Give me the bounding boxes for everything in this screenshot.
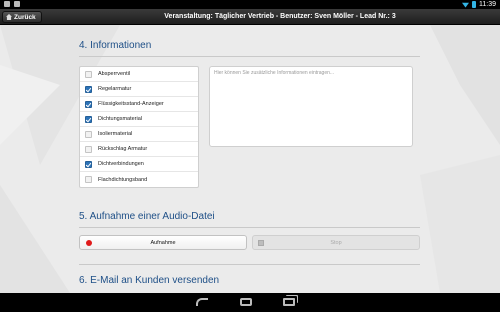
checkbox-row-dichtungsmaterial[interactable]: Dichtungsmaterial [80,112,198,127]
page-title: Veranstaltung: Täglicher Vertrieb - Benu… [164,13,396,20]
home-nav-icon[interactable] [240,298,252,306]
section-title-audio: 5. Aufnahme einer Audio-Datei [79,211,215,222]
notification-icon [14,1,20,7]
record-button-label: Aufnahme [150,239,176,246]
checkbox-list: Absperrventil Regelarmatur Flüssigkeitss… [79,66,199,188]
system-navigation-bar [0,293,500,312]
checkbox-label: Isoliermaterial [98,131,133,137]
checkbox-row-isoliermaterial[interactable]: Isoliermaterial [80,127,198,142]
stop-icon [258,240,264,246]
divider [79,227,420,228]
checkbox-row-fluessigkeitsstand[interactable]: Flüssigkeitsstand-Anzeiger [80,97,198,112]
checkbox-label: Dichtverbindungen [98,161,144,167]
checkbox-row-dichtverbindungen[interactable]: Dichtverbindungen [80,157,198,172]
checkbox[interactable] [85,115,92,123]
checkbox[interactable] [85,70,92,78]
notes-textarea[interactable]: Hier können Sie zusätzliche Informatione… [209,66,413,147]
back-button-label: Zurück [14,13,36,21]
checkbox-row-flachdichtungsband[interactable]: Flachdichtungsband [80,172,198,187]
section-title-informationen: 4. Informationen [79,40,152,51]
checkbox[interactable] [85,145,92,153]
checkbox[interactable] [85,100,92,108]
checkbox-row-absperrventil[interactable]: Absperrventil [80,67,198,82]
divider [79,56,420,57]
stop-button-label: Stop [330,239,342,246]
checkbox[interactable] [85,85,92,93]
back-icon[interactable] [196,298,208,306]
record-icon [86,240,92,246]
back-button[interactable]: Zurück [2,11,42,23]
home-icon [6,14,12,20]
checkbox[interactable] [85,130,92,138]
notification-icons [4,1,20,7]
checkbox[interactable] [85,160,92,168]
checkbox[interactable] [85,176,92,183]
clock: 11:39 [479,1,496,8]
wifi-icon [462,2,469,8]
checkbox-label: Regelarmatur [98,86,132,92]
screenshot-icon [4,1,10,7]
app-header: Veranstaltung: Täglicher Vertrieb - Benu… [0,9,500,25]
battery-icon [472,1,476,8]
recent-apps-icon[interactable] [283,298,295,306]
checkbox-label: Flachdichtungsband [98,176,148,183]
section-title-email: 6. E-Mail an Kunden versenden [79,275,220,286]
checkbox-label: Dichtungsmaterial [98,116,143,122]
checkbox-row-rueckschlag[interactable]: Rückschlag Armatur [80,142,198,157]
record-button[interactable]: Aufnahme [79,235,247,250]
checkbox-label: Absperrventil [98,71,131,77]
stop-button[interactable]: Stop [252,235,420,250]
form-content[interactable]: 4. Informationen Absperrventil Regelarma… [0,25,500,293]
divider [79,264,420,265]
status-bar: 11:39 [0,0,500,9]
checkbox-label: Flüssigkeitsstand-Anzeiger [98,101,164,107]
checkbox-row-regelarmatur[interactable]: Regelarmatur [80,82,198,97]
checkbox-label: Rückschlag Armatur [98,146,148,152]
